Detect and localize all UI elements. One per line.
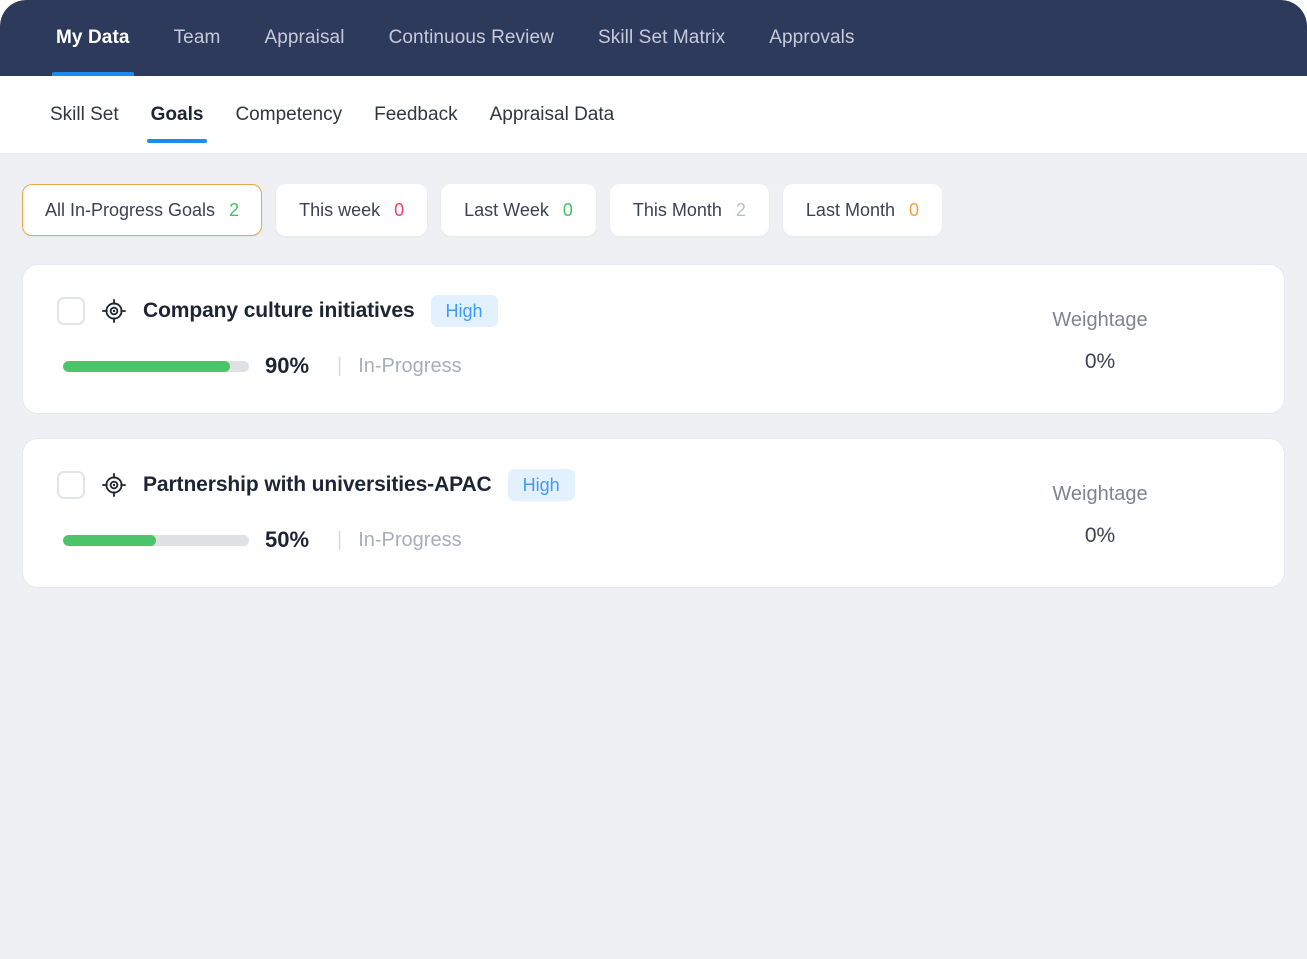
goal-card-header: Company culture initiatives High: [57, 295, 950, 327]
progress-percent: 90%: [265, 353, 321, 379]
goal-card-main: Company culture initiatives High 90% | I…: [57, 295, 950, 379]
filter-chip-count: 2: [736, 200, 746, 221]
nav-item-label: Approvals: [769, 27, 854, 49]
progress-separator: |: [337, 529, 342, 552]
weightage-label: Weightage: [1052, 483, 1147, 506]
filter-chip-this-month[interactable]: This Month 2: [610, 184, 769, 236]
goal-title: Company culture initiatives: [143, 299, 415, 323]
filter-chip-all-in-progress-goals[interactable]: All In-Progress Goals 2: [22, 184, 262, 236]
nav-item-label: Continuous Review: [389, 27, 554, 49]
goal-card[interactable]: Partnership with universities-APAC High …: [22, 438, 1285, 588]
progress-bar-fill: [63, 361, 230, 372]
secondary-tabbar: Skill Set Goals Competency Feedback Appr…: [0, 76, 1307, 154]
goal-filter-row: All In-Progress Goals 2 This week 0 Last…: [22, 184, 1285, 236]
nav-item-approvals[interactable]: Approvals: [747, 0, 876, 76]
tab-label: Feedback: [374, 104, 457, 126]
progress-bar: [63, 361, 249, 372]
filter-chip-label: Last Month: [806, 200, 895, 221]
goal-card-main: Partnership with universities-APAC High …: [57, 469, 950, 553]
tab-label: Goals: [151, 104, 204, 126]
nav-item-label: My Data: [56, 27, 130, 49]
tab-goals[interactable]: Goals: [135, 76, 220, 153]
weightage-label: Weightage: [1052, 309, 1147, 332]
nav-item-appraisal[interactable]: Appraisal: [242, 0, 366, 76]
app-window: My Data Team Appraisal Continuous Review…: [0, 0, 1307, 959]
goals-content: All In-Progress Goals 2 This week 0 Last…: [0, 154, 1307, 588]
primary-navigation: My Data Team Appraisal Continuous Review…: [0, 0, 1307, 76]
nav-item-continuous-review[interactable]: Continuous Review: [367, 0, 576, 76]
nav-item-label: Appraisal: [264, 27, 344, 49]
goal-title: Partnership with universities-APAC: [143, 473, 492, 497]
progress-bar-fill: [63, 535, 156, 546]
filter-chip-count: 0: [563, 200, 573, 221]
progress-percent: 50%: [265, 527, 321, 553]
goal-card-header: Partnership with universities-APAC High: [57, 469, 950, 501]
weightage-value: 0%: [1085, 524, 1115, 548]
goal-status: In-Progress: [358, 529, 461, 552]
filter-chip-last-month[interactable]: Last Month 0: [783, 184, 942, 236]
filter-chip-label: This Month: [633, 200, 722, 221]
priority-badge: High: [508, 469, 575, 501]
filter-chip-this-week[interactable]: This week 0: [276, 184, 427, 236]
filter-chip-count: 0: [909, 200, 919, 221]
filter-chip-count: 0: [394, 200, 404, 221]
nav-item-label: Team: [174, 27, 221, 49]
tab-label: Appraisal Data: [490, 104, 615, 126]
filter-chip-last-week[interactable]: Last Week 0: [441, 184, 596, 236]
goal-status: In-Progress: [358, 355, 461, 378]
filter-chip-label: Last Week: [464, 200, 549, 221]
nav-item-team[interactable]: Team: [152, 0, 243, 76]
goal-progress-row: 50% | In-Progress: [57, 527, 950, 553]
progress-bar: [63, 535, 249, 546]
goal-progress-row: 90% | In-Progress: [57, 353, 950, 379]
weightage-value: 0%: [1085, 350, 1115, 374]
nav-item-skill-set-matrix[interactable]: Skill Set Matrix: [576, 0, 747, 76]
tab-feedback[interactable]: Feedback: [358, 76, 473, 153]
goal-card[interactable]: Company culture initiatives High 90% | I…: [22, 264, 1285, 414]
target-icon: [101, 298, 127, 324]
goal-select-checkbox[interactable]: [57, 471, 85, 499]
tab-skill-set[interactable]: Skill Set: [34, 76, 135, 153]
nav-item-label: Skill Set Matrix: [598, 27, 725, 49]
priority-badge: High: [431, 295, 498, 327]
goal-select-checkbox[interactable]: [57, 297, 85, 325]
goal-weightage-block: Weightage 0%: [950, 295, 1250, 379]
nav-item-my-data[interactable]: My Data: [34, 0, 152, 76]
filter-chip-label: All In-Progress Goals: [45, 200, 215, 221]
target-icon: [101, 472, 127, 498]
goal-weightage-block: Weightage 0%: [950, 469, 1250, 553]
progress-separator: |: [337, 355, 342, 378]
tab-competency[interactable]: Competency: [219, 76, 358, 153]
tab-appraisal-data[interactable]: Appraisal Data: [474, 76, 631, 153]
tab-label: Skill Set: [50, 104, 119, 126]
filter-chip-count: 2: [229, 200, 239, 221]
tab-label: Competency: [235, 104, 342, 126]
filter-chip-label: This week: [299, 200, 380, 221]
